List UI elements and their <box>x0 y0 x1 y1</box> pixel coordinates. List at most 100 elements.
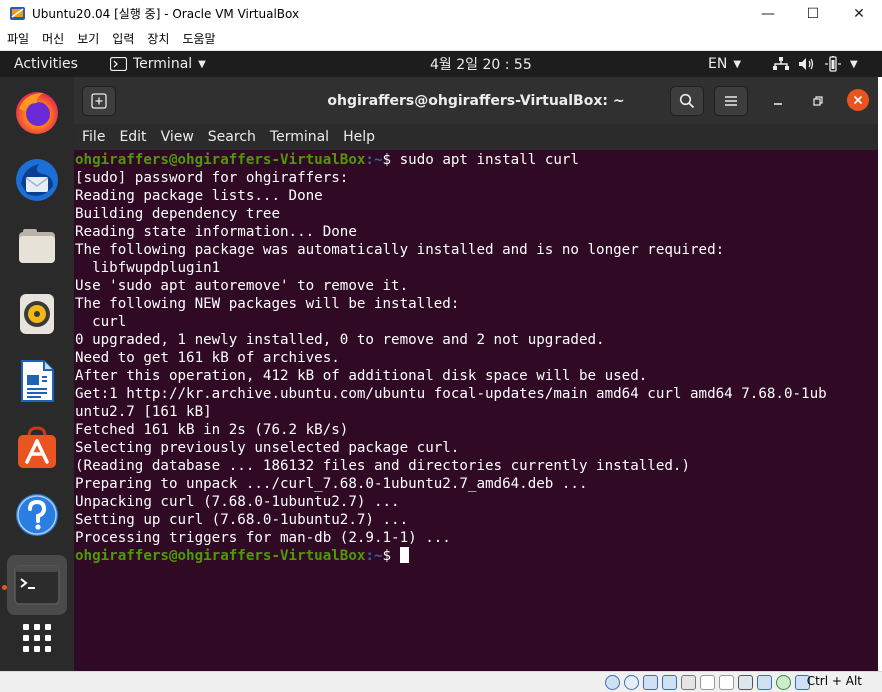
app-menu-arrow-icon: ▼ <box>198 58 206 70</box>
output-line: The following package was automatically … <box>75 242 725 258</box>
virtualbox-menubar: 파일 머신 보기 입력 장치 도움말 <box>0 27 882 51</box>
output-line: Reading package lists... Done <box>75 188 323 204</box>
new-tab-button[interactable] <box>82 86 116 116</box>
menu-file[interactable]: 파일 <box>0 30 35 47</box>
clock[interactable]: 4월 2일 20 : 55 <box>430 51 532 77</box>
terminal-menu-search[interactable]: Search <box>200 129 262 145</box>
text-cursor <box>399 547 409 563</box>
audio-icon[interactable] <box>643 675 658 690</box>
terminal-menu-help[interactable]: Help <box>335 129 381 145</box>
cpu-icon[interactable] <box>757 675 772 690</box>
system-menu[interactable]: ▼ <box>772 51 858 77</box>
system-menu-arrow-icon: ▼ <box>850 58 858 70</box>
guest-additions-icon[interactable] <box>776 675 791 690</box>
rhythmbox-launcher[interactable] <box>7 284 67 344</box>
command-text: sudo apt install curl <box>399 152 579 168</box>
terminal-launcher[interactable] <box>7 555 67 615</box>
hamburger-menu-button[interactable] <box>714 86 748 116</box>
writer-launcher[interactable] <box>7 351 67 411</box>
close-button[interactable]: ✕ <box>836 0 882 27</box>
software-launcher[interactable] <box>7 418 67 478</box>
network-icon[interactable] <box>662 675 677 690</box>
terminal-menu-view[interactable]: View <box>153 129 200 145</box>
hard-disk-icon[interactable] <box>605 675 620 690</box>
terminal-headerbar: ohgiraffers@ohgiraffers-VirtualBox: ~ <box>74 77 878 124</box>
prompt-user: ohgiraffers@ohgiraffers-VirtualBox <box>75 548 366 564</box>
output-line: curl <box>75 314 127 330</box>
restore-icon <box>813 96 823 106</box>
maximize-button[interactable]: ☐ <box>790 0 836 27</box>
output-line: libfwupdplugin1 <box>75 260 221 276</box>
firefox-icon <box>16 92 58 134</box>
window-title: Ubuntu20.04 [실행 중] - Oracle VM VirtualBo… <box>32 7 300 21</box>
output-line: Reading state information... Done <box>75 224 357 240</box>
minimize-button[interactable]: — <box>745 0 791 27</box>
libreoffice-writer-icon <box>21 360 54 402</box>
prompt-symbol: $ <box>382 548 400 564</box>
output-line: Processing triggers for man-db (2.9.1-1)… <box>75 530 451 546</box>
menu-view[interactable]: 보기 <box>70 30 105 47</box>
output-line: Building dependency tree <box>75 206 280 222</box>
terminal-menu-file[interactable]: File <box>74 129 111 145</box>
terminal-close-button[interactable] <box>847 89 869 111</box>
terminal-title: ohgiraffers@ohgiraffers-VirtualBox: ~ <box>327 92 625 109</box>
close-icon <box>853 95 863 105</box>
menu-devices[interactable]: 장치 <box>140 30 175 47</box>
ubuntu-dock <box>0 77 74 671</box>
output-line: The following NEW packages will be insta… <box>75 296 460 312</box>
output-line: Preparing to unpack .../curl_7.68.0-1ubu… <box>75 476 588 492</box>
usb-icon[interactable] <box>681 675 696 690</box>
output-line: Unpacking curl (7.68.0-1ubuntu2.7) ... <box>75 494 400 510</box>
search-button[interactable] <box>670 86 704 116</box>
network-wired-icon <box>773 57 789 70</box>
current-prompt-line: ohgiraffers@ohgiraffers-VirtualBox:~$ <box>75 547 878 565</box>
hamburger-menu-icon <box>725 96 737 106</box>
terminal-restore-button[interactable] <box>807 90 829 112</box>
terminal-output-area[interactable]: ohgiraffers@ohgiraffers-VirtualBox:~$ su… <box>74 150 878 671</box>
help-icon <box>16 494 58 536</box>
app-menu-label: Terminal <box>133 56 193 72</box>
app-menu[interactable]: Terminal ▼ <box>110 51 206 77</box>
ubuntu-top-bar: Activities Terminal ▼ 4월 2일 20 : 55 EN ▼ <box>0 51 882 77</box>
menu-machine[interactable]: 머신 <box>35 30 70 47</box>
thunderbird-launcher[interactable] <box>7 150 67 210</box>
input-method-menu[interactable]: EN ▼ <box>708 51 741 77</box>
help-launcher[interactable] <box>7 485 67 545</box>
output-line: Get:1 http://kr.archive.ubuntu.com/ubunt… <box>75 386 827 402</box>
rhythmbox-icon <box>20 294 54 334</box>
virtualbox-titlebar: Ubuntu20.04 [실행 중] - Oracle VM VirtualBo… <box>0 0 882 27</box>
virtualbox-statusbar: Ctrl + Alt <box>0 671 882 692</box>
terminal-menu-terminal[interactable]: Terminal <box>262 129 335 145</box>
shared-folders-icon[interactable] <box>700 675 715 690</box>
display-icon[interactable] <box>719 675 734 690</box>
volume-icon <box>799 58 814 70</box>
prompt-path: :~ <box>365 548 383 564</box>
terminal-minimize-button[interactable] <box>767 90 789 112</box>
menu-input[interactable]: 입력 <box>105 30 140 47</box>
output-line: Fetched 161 kB in 2s (76.2 kB/s) <box>75 422 349 438</box>
activities-button[interactable]: Activities <box>14 51 78 77</box>
files-launcher[interactable] <box>7 217 67 277</box>
output-line: 0 upgraded, 1 newly installed, 0 to remo… <box>75 332 605 348</box>
show-applications-button[interactable] <box>7 608 67 668</box>
ubuntu-software-icon <box>18 426 56 468</box>
firefox-launcher[interactable] <box>7 83 67 143</box>
input-method-arrow-icon: ▼ <box>733 58 742 70</box>
output-line: Selecting previously unselected package … <box>75 440 460 456</box>
menu-help[interactable]: 도움말 <box>175 30 221 47</box>
input-method-label: EN <box>708 56 728 72</box>
files-icon <box>19 229 55 263</box>
output-line: After this operation, 412 kB of addition… <box>75 368 648 384</box>
command-line: ohgiraffers@ohgiraffers-VirtualBox:~$ su… <box>75 151 878 169</box>
terminal-menu-edit[interactable]: Edit <box>111 129 152 145</box>
host-key-label: Ctrl + Alt <box>806 674 862 688</box>
video-capture-icon[interactable] <box>738 675 753 690</box>
search-icon <box>679 93 695 109</box>
optical-drive-icon[interactable] <box>624 675 639 690</box>
output-line: (Reading database ... 186132 files and d… <box>75 458 690 474</box>
terminal-menubar: File Edit View Search Terminal Help <box>74 124 878 150</box>
prompt-symbol: $ <box>382 152 400 168</box>
output-line: Need to get 161 kB of archives. <box>75 350 340 366</box>
new-tab-icon <box>91 93 107 109</box>
prompt-user: ohgiraffers@ohgiraffers-VirtualBox <box>75 152 366 168</box>
